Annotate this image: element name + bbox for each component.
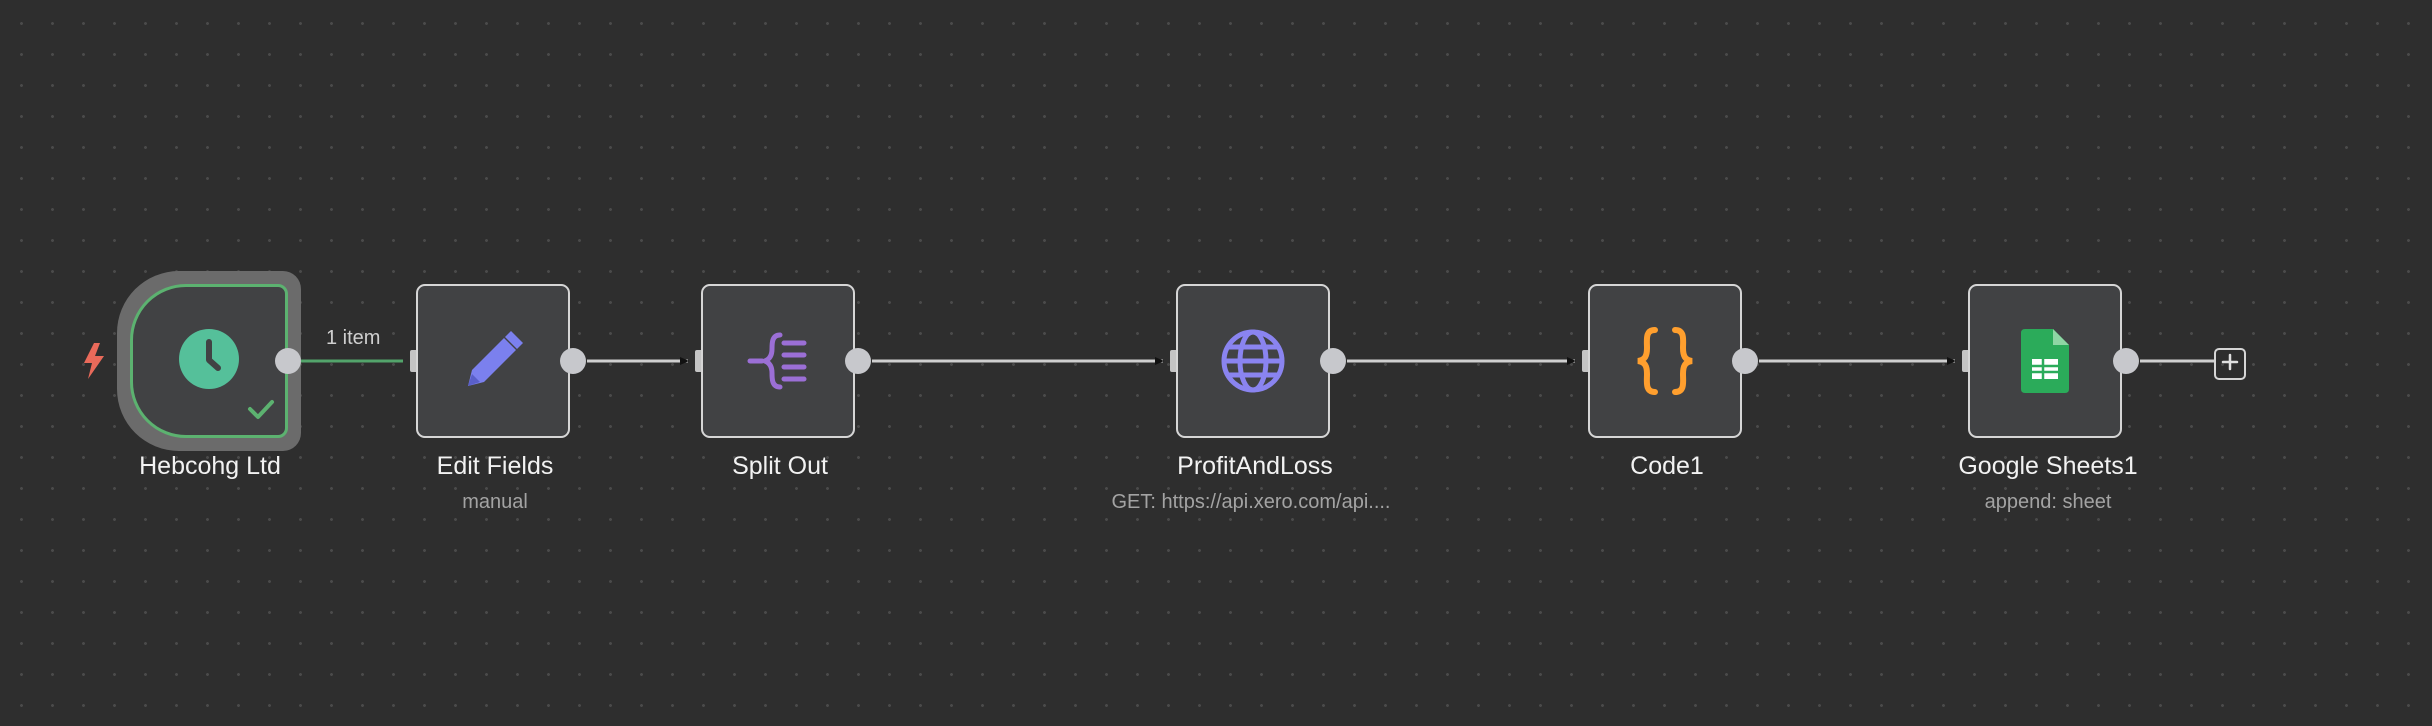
node-title: Split Out — [732, 452, 828, 480]
plus-icon — [2221, 353, 2239, 376]
profitandloss-output-port[interactable] — [1320, 348, 1346, 374]
node-title: Google Sheets1 — [1958, 452, 2138, 480]
node-subtitle: append: sheet — [1984, 491, 2112, 513]
node-title: Code1 — [1630, 452, 1704, 480]
node-subtitle: manual — [462, 491, 528, 513]
lightning-bolt-icon — [80, 342, 108, 385]
google-sheets1-output-port[interactable] — [2113, 348, 2139, 374]
code1-output-port[interactable] — [1732, 348, 1758, 374]
globe-icon — [1220, 328, 1286, 394]
trigger-output-port[interactable] — [275, 348, 301, 374]
node-subtitle: GET: https://api.xero.com/api.... — [1111, 491, 1391, 513]
node-code1[interactable] — [1588, 284, 1742, 438]
node-edit-fields[interactable] — [416, 284, 570, 438]
split-out-output-port[interactable] — [845, 348, 871, 374]
workflow-canvas[interactable]: 1 item Hebcohg Ltd Edit Fields manual Sp… — [0, 0, 2432, 726]
code-braces-icon — [1633, 326, 1697, 396]
node-profitandloss[interactable] — [1176, 284, 1330, 438]
node-google-sheets1[interactable] — [1968, 284, 2122, 438]
edge-item-count: 1 item — [326, 327, 381, 349]
add-node-button[interactable] — [2214, 348, 2246, 380]
success-check-icon — [247, 398, 275, 425]
split-out-icon — [746, 331, 810, 391]
node-hebcohg-ltd[interactable] — [130, 284, 288, 438]
node-split-out[interactable] — [701, 284, 855, 438]
google-sheets-icon — [2021, 329, 2069, 393]
pencil-icon — [460, 328, 526, 394]
edit-fields-output-port[interactable] — [560, 348, 586, 374]
node-title: ProfitAndLoss — [1177, 452, 1333, 480]
clock-icon — [178, 328, 240, 395]
